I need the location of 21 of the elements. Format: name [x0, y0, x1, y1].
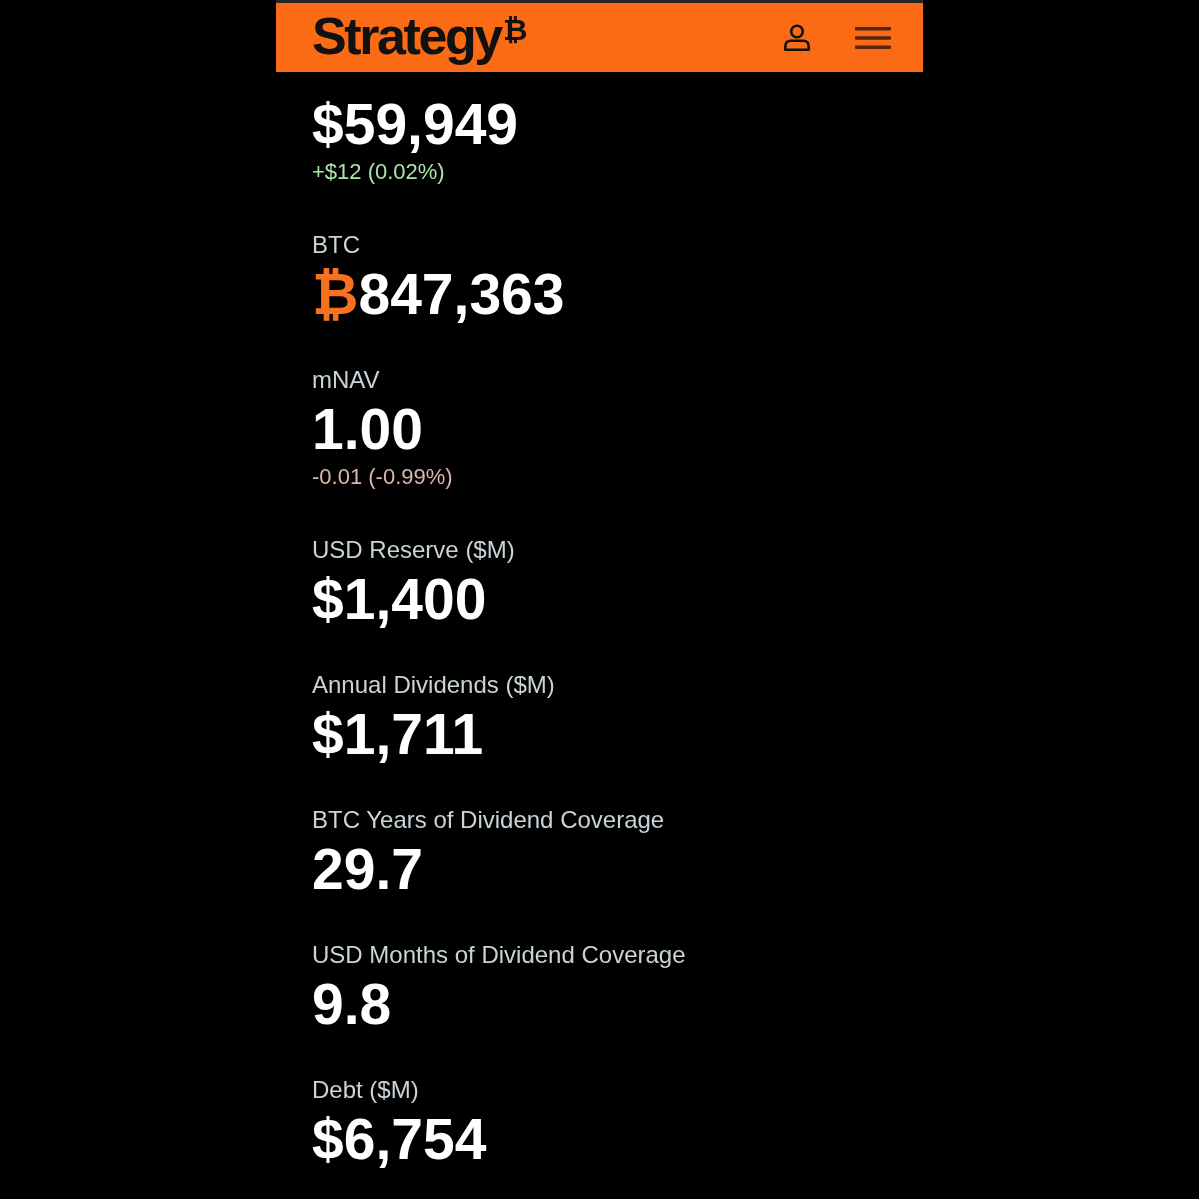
- logo[interactable]: Strategy$^{₿}$: [312, 9, 528, 70]
- metric-label: USD Months of Dividend Coverage: [312, 941, 686, 969]
- metric-value: $1,400: [312, 567, 487, 631]
- metric-change: +$12 (0.02%): [312, 159, 445, 185]
- metric-label: Debt ($M): [312, 1076, 419, 1104]
- metric-value: $6,754: [312, 1107, 487, 1171]
- metric-label: USD Reserve ($M): [312, 536, 515, 564]
- metric-value: 1.00: [312, 397, 423, 461]
- menu-icon[interactable]: [855, 26, 891, 49]
- bitcoin-sign: ₿: [312, 262, 359, 326]
- metric-label: Annual Dividends ($M): [312, 671, 555, 699]
- metric-label: mNAV: [312, 366, 380, 394]
- metric-value: 9.8: [312, 972, 392, 1036]
- metric-value: 29.7: [312, 837, 423, 901]
- user-icon[interactable]: [783, 24, 811, 51]
- metric-change: -0.01 (-0.99%): [312, 464, 453, 490]
- metric-value: $59,949: [312, 92, 519, 156]
- metric-value: 847,363: [358, 262, 565, 326]
- metric-value: $1,711: [312, 702, 484, 766]
- metric-label: BTC Years of Dividend Coverage: [312, 806, 665, 834]
- metric-label: BTC: [312, 231, 360, 259]
